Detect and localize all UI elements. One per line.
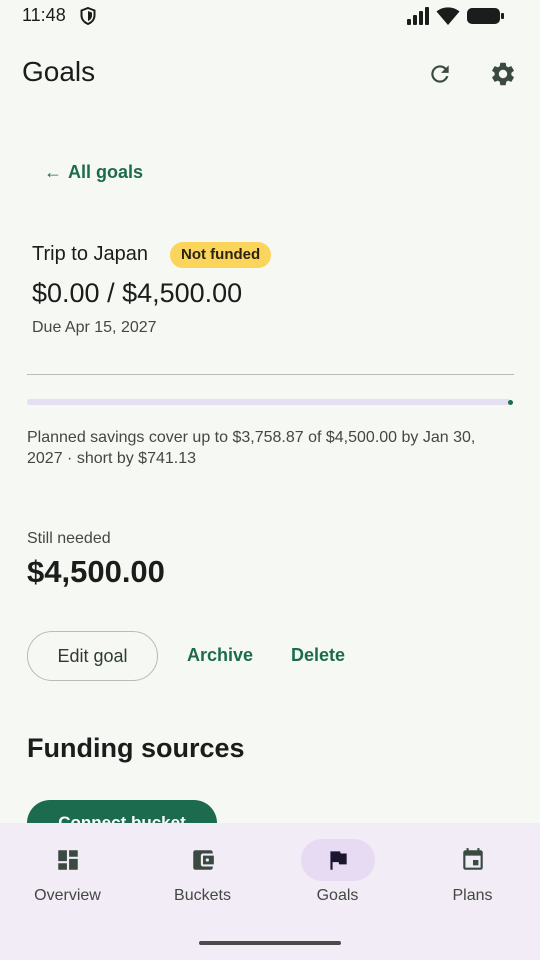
wifi-icon — [436, 6, 460, 31]
progress-end-marker — [508, 400, 513, 405]
app-bar: Goals — [0, 40, 540, 108]
delete-button[interactable]: Delete — [291, 645, 345, 666]
calendar-icon — [462, 848, 483, 870]
nav-item-plans[interactable]: Plans — [405, 823, 540, 923]
nav-label: Overview — [34, 887, 101, 904]
nav-label: Buckets — [174, 887, 231, 904]
dashboard-icon — [57, 850, 78, 870]
funding-sources-heading: Funding sources — [27, 733, 245, 763]
nav-icon-container — [31, 839, 105, 881]
status-bar: 11:48 — [0, 0, 540, 32]
signal-icon — [407, 7, 431, 30]
planned-savings-note: Planned savings cover up to $3,758.87 of… — [27, 429, 476, 467]
edit-goal-button[interactable]: Edit goal — [27, 631, 158, 681]
nav-icon-container-active — [300, 839, 375, 881]
nav-label: Plans — [452, 887, 493, 904]
archive-button[interactable]: Archive — [187, 645, 253, 666]
flag-icon — [329, 851, 347, 870]
shield-icon — [80, 6, 96, 30]
still-needed-amount: $4,500.00 — [27, 554, 165, 589]
status-badge: Not funded — [170, 242, 272, 268]
still-needed-label: Still needed — [27, 530, 111, 547]
goal-due-date: Due Apr 15, 2027 — [32, 319, 157, 336]
page-title: Goals — [22, 56, 96, 87]
settings-button[interactable] — [483, 54, 523, 94]
goal-name: Trip to Japan — [32, 243, 148, 265]
back-link-label: All goals — [68, 162, 144, 182]
battery-icon — [467, 7, 505, 30]
refresh-icon — [431, 65, 449, 83]
divider — [27, 374, 514, 375]
bottom-navigation: Overview Buckets Goals Plans — [0, 823, 540, 960]
nav-icon-container — [166, 839, 240, 881]
status-time: 11:48 — [22, 5, 66, 25]
nav-label: Goals — [316, 887, 359, 904]
nav-item-buckets[interactable]: Buckets — [135, 823, 270, 923]
gear-icon — [492, 62, 514, 86]
nav-icon-container — [436, 839, 510, 881]
wallet-icon — [192, 850, 214, 870]
home-indicator[interactable] — [199, 941, 341, 945]
goal-progress-bar — [27, 399, 511, 405]
nav-item-overview[interactable]: Overview — [0, 823, 135, 923]
goal-amount: $0.00 / $4,500.00 — [32, 278, 243, 308]
back-to-all-goals-link[interactable]: ← All goals — [44, 162, 143, 183]
back-arrow-icon: ← — [44, 162, 62, 182]
nav-item-goals[interactable]: Goals — [270, 823, 405, 923]
refresh-button[interactable] — [420, 54, 460, 94]
